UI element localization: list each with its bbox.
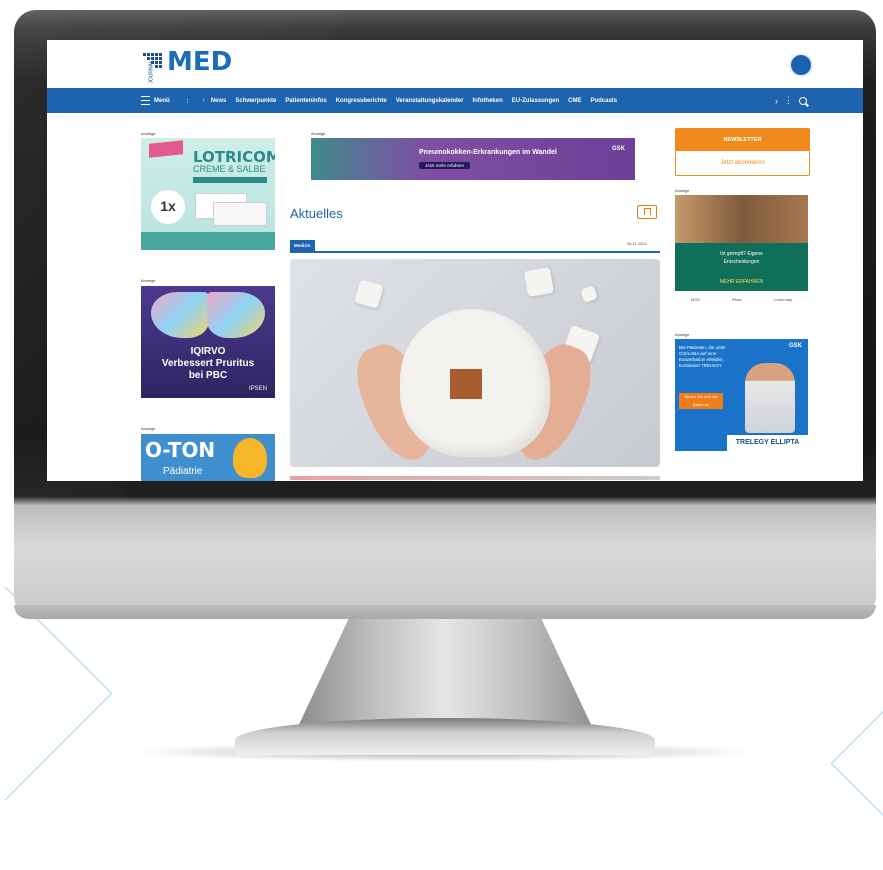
bookmark-icon[interactable] bbox=[637, 205, 657, 219]
nav-item-schwerpunkte[interactable]: Schwerpunkte bbox=[235, 98, 276, 104]
ad-label: Anzeige bbox=[675, 332, 690, 337]
puzzle-piece-image bbox=[580, 285, 598, 303]
ad-dose-badge: 1x bbox=[151, 190, 185, 224]
ad-headline: IQIRVO bbox=[190, 346, 226, 357]
nav-item-eu-zulassungen[interactable]: EU-Zulassungen bbox=[512, 98, 559, 104]
nav-item-podcasts[interactable]: Podcasts bbox=[590, 98, 617, 104]
butterfly-wing-image bbox=[151, 292, 209, 338]
logo-text: MED bbox=[167, 47, 233, 77]
ad-subtitle: Pädiatrie bbox=[163, 466, 203, 477]
ad-cta-button[interactable]: Jetzt mehr erfahren bbox=[419, 162, 471, 169]
ad-brand: TRELEGY ELLIPTA bbox=[727, 435, 808, 451]
ad-headline: bei PBC bbox=[188, 370, 228, 381]
newsletter-header: NEWSLETTER bbox=[676, 129, 809, 151]
hamburger-menu-icon[interactable] bbox=[141, 96, 150, 105]
nav-item-veranstaltungskalender[interactable]: Veranstaltungskalender bbox=[396, 98, 464, 104]
nav-menu-label[interactable]: Menü bbox=[154, 98, 170, 104]
browser-screen: JOURNAL MED Menü ⋮ ‹ News Schwerpunkte P… bbox=[47, 40, 863, 481]
newsletter-box: NEWSLETTER Jetzt abonnieren bbox=[675, 128, 810, 176]
ad-pneumokokken[interactable]: Pneumokokken-Erkrankungen im Wandel Jetz… bbox=[311, 138, 635, 180]
ad-o-ton[interactable]: O-TON Pädiatrie bbox=[141, 434, 275, 481]
nav-item-kongressberichte[interactable]: Kongressberichte bbox=[336, 98, 387, 104]
ad-headline: Entscheidungen bbox=[723, 259, 760, 265]
user-avatar[interactable] bbox=[789, 53, 813, 77]
site-logo[interactable]: JOURNAL MED bbox=[143, 46, 233, 84]
article-hero-image[interactable] bbox=[290, 259, 660, 467]
product-box-image bbox=[213, 202, 267, 226]
category-tag[interactable]: Medizin bbox=[290, 240, 315, 251]
nav-item-infotheken[interactable]: Infotheken bbox=[472, 98, 502, 104]
decor-chevron-right bbox=[830, 656, 883, 870]
nav-item-cme[interactable]: CME bbox=[568, 98, 581, 104]
ad-headline: Pneumokokken-Erkrankungen im Wandel bbox=[419, 149, 557, 156]
ad-label: Anzeige bbox=[141, 278, 156, 283]
ad-title: O-TON bbox=[145, 438, 216, 462]
ad-label: Anzeige bbox=[311, 131, 326, 136]
ad-tagline-bar bbox=[193, 177, 267, 183]
ad-footer bbox=[141, 232, 275, 250]
ad-label: Anzeige bbox=[675, 188, 690, 193]
monitor-chin bbox=[14, 605, 876, 619]
ad-headline: Verbessert Pruritus bbox=[161, 358, 255, 369]
ad-cta-button[interactable]: Sehen Sie sich die Daten an bbox=[679, 393, 723, 409]
puzzle-hole bbox=[450, 369, 482, 399]
nav-item-news[interactable]: News bbox=[211, 98, 227, 104]
ad-badge bbox=[149, 140, 183, 158]
ad-headline: Ist geimpft? Eigene bbox=[720, 251, 763, 257]
site-header: JOURNAL MED bbox=[47, 40, 863, 86]
puzzle-piece-image bbox=[523, 266, 555, 298]
logo-mark-icon: JOURNAL bbox=[143, 51, 165, 84]
ad-person-image bbox=[745, 363, 795, 433]
ad-logo: IPSEN bbox=[248, 386, 267, 392]
nav-more-icon[interactable]: ⋮ bbox=[784, 95, 793, 106]
monitor-stand-base bbox=[235, 718, 655, 755]
section-title: Aktuelles bbox=[290, 206, 343, 221]
ad-logo: MSD bbox=[690, 296, 700, 302]
ad-footer: MSD Pfizer Comirnaty bbox=[675, 293, 808, 305]
puzzle-piece-image bbox=[354, 279, 384, 309]
nav-separator-icon: ⋮ bbox=[184, 98, 191, 104]
ad-logo: Comirnaty bbox=[773, 296, 793, 302]
ad-vaccination[interactable]: Ist geimpft? Eigene Entscheidungen MEHR … bbox=[675, 195, 808, 305]
ad-photo bbox=[675, 195, 808, 243]
ad-logo: GSK bbox=[788, 343, 802, 349]
butterfly-wing-image bbox=[207, 292, 265, 338]
nav-item-patienteninfos[interactable]: Patienteninfos bbox=[285, 98, 326, 104]
divider bbox=[290, 251, 660, 253]
search-icon[interactable] bbox=[799, 96, 807, 105]
ad-label: Anzeige bbox=[141, 426, 156, 431]
ad-cta-button[interactable]: MEHR ERFAHREN bbox=[685, 279, 798, 287]
ad-iqirvo[interactable]: IQIRVO Verbessert Pruritus bei PBC IPSEN bbox=[141, 286, 275, 398]
logo-sub-text: JOURNAL bbox=[148, 60, 155, 84]
nav-next-icon[interactable]: › bbox=[775, 96, 778, 106]
article-teaser-line[interactable] bbox=[290, 476, 660, 480]
ad-lotricomb[interactable]: LOTRICOMB CREME & SALBE 1x bbox=[141, 138, 275, 250]
ad-logo: GSK bbox=[611, 146, 625, 152]
ad-trelegy[interactable]: Bei Patienten, die unter ICS/LABA auf ei… bbox=[675, 339, 808, 451]
ad-logo: Pfizer bbox=[731, 296, 742, 302]
ad-label: Anzeige bbox=[141, 131, 156, 136]
article-date: 06.11.2024 bbox=[627, 241, 647, 246]
monitor-stand-neck bbox=[295, 618, 595, 733]
ad-text: Bei Patienten, die unter ICS/LABA auf ei… bbox=[679, 345, 726, 368]
ad-brand-sub: CREME & SALBE bbox=[193, 164, 266, 174]
newsletter-subscribe-button[interactable]: Jetzt abonnieren bbox=[676, 151, 809, 175]
nav-prev-icon[interactable]: ‹ bbox=[203, 98, 205, 104]
main-navigation: Menü ⋮ ‹ News Schwerpunkte Patienteninfo… bbox=[47, 88, 863, 113]
hand-icon bbox=[233, 438, 267, 478]
